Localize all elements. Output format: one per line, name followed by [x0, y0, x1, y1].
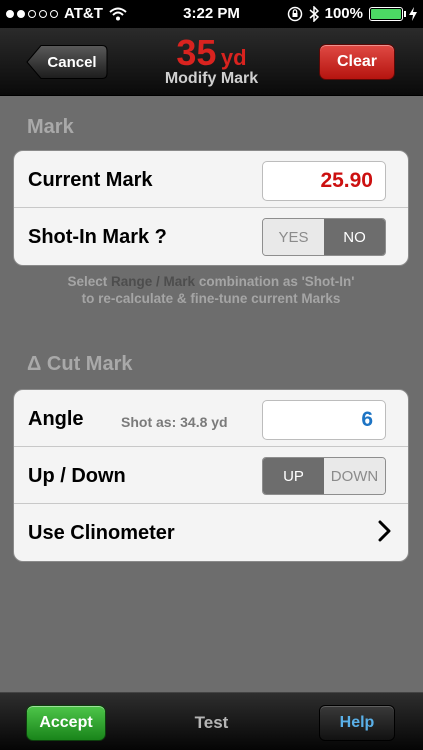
clear-button[interactable]: Clear [319, 44, 395, 80]
help-button[interactable]: Help [319, 705, 395, 741]
status-right: 100% [287, 5, 417, 22]
current-mark-field[interactable]: 25.90 [262, 161, 386, 201]
chevron-right-icon [378, 520, 391, 542]
up-down-segmented-control[interactable]: UP DOWN [262, 457, 386, 495]
cut-mark-section-header: Δ Cut Mark [27, 353, 133, 375]
status-bar: AT&T 3:22 PM 100% [0, 0, 423, 28]
shot-as-label: Shot as: 34.8 yd [121, 414, 228, 430]
cancel-button[interactable]: Cancel [26, 44, 108, 80]
note-highlight: Range / Mark [111, 274, 196, 289]
mark-group: Current Mark 25.90 Shot-In Mark ? YES NO [13, 150, 409, 266]
current-mark-label: Current Mark [28, 169, 153, 191]
shot-in-row: Shot-In Mark ? YES NO [14, 208, 408, 265]
nav-bar: Cancel 35 yd Modify Mark Clear [0, 28, 423, 96]
cut-mark-group: Angle Shot as: 34.8 yd 6 Up / Down UP DO… [13, 389, 409, 562]
nav-subtitle: Modify Mark [164, 70, 259, 87]
nav-title: 35 yd Modify Mark [120, 32, 303, 88]
battery-icon [369, 6, 406, 21]
up-down-label: Up / Down [28, 465, 126, 487]
distance-value: 35 [176, 32, 217, 73]
note-pre: Select [67, 274, 108, 289]
angle-row: Angle Shot as: 34.8 yd 6 [14, 390, 408, 447]
bluetooth-icon [309, 5, 319, 22]
battery-fill [371, 8, 401, 19]
shot-in-yes-option[interactable]: YES [263, 219, 324, 255]
angle-label: Angle [28, 408, 84, 430]
rotation-lock-icon [287, 6, 302, 21]
current-mark-row: Current Mark 25.90 [14, 151, 408, 208]
note-line-2: to re-calculate & fine-tune current Mark… [81, 291, 341, 306]
up-option[interactable]: UP [263, 458, 324, 494]
distance-title: 35 yd [120, 32, 303, 74]
note-post: combination as 'Shot-In' [198, 274, 355, 289]
charging-bolt-icon [409, 6, 417, 21]
shot-in-label: Shot-In Mark ? [28, 226, 167, 248]
down-option[interactable]: DOWN [324, 458, 385, 494]
clinometer-row[interactable]: Use Clinometer [14, 504, 408, 561]
angle-field[interactable]: 6 [262, 400, 386, 440]
bottom-toolbar: Accept Test Help [0, 692, 423, 750]
clinometer-label: Use Clinometer [28, 522, 175, 544]
battery-percent: 100% [324, 5, 363, 22]
shot-in-note: Select Range / Mark combination as 'Shot… [13, 273, 409, 307]
distance-unit: yd [220, 45, 247, 70]
cancel-label: Cancel [47, 53, 97, 71]
shot-in-no-option[interactable]: NO [324, 219, 385, 255]
shot-in-segmented-control[interactable]: YES NO [262, 218, 386, 256]
mark-section-header: Mark [27, 116, 74, 138]
up-down-row: Up / Down UP DOWN [14, 447, 408, 504]
note-line-1: Select Range / Mark combination as 'Shot… [13, 273, 409, 290]
